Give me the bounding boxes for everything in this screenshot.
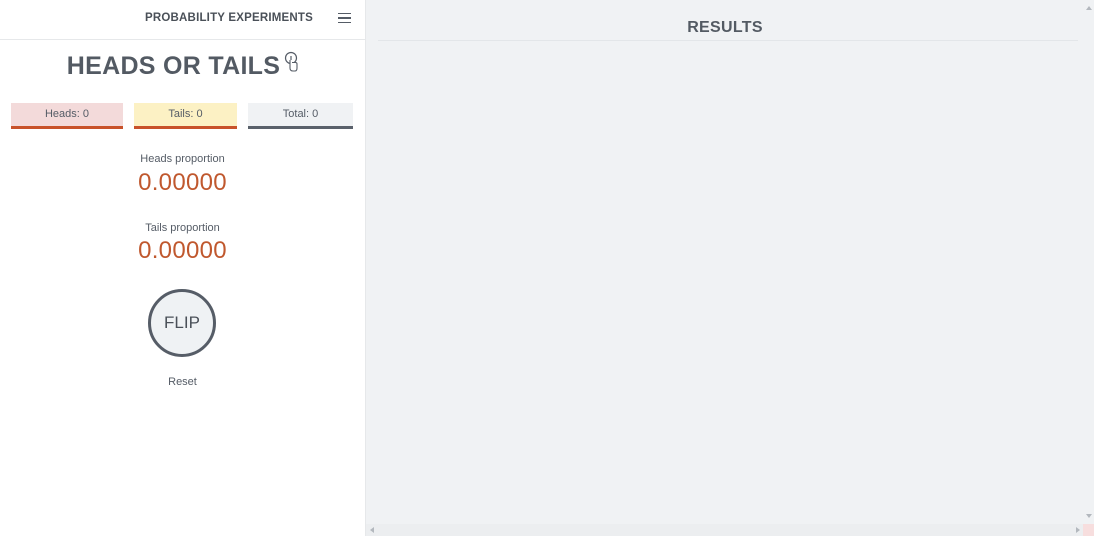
scroll-down-arrow-icon[interactable] bbox=[1086, 514, 1092, 518]
hamburger-menu-icon[interactable] bbox=[338, 13, 351, 25]
total-counter: Total: 0 bbox=[248, 103, 353, 129]
experiment-title-row: HEADS OR TAILS bbox=[0, 51, 365, 81]
horizontal-scrollbar[interactable] bbox=[366, 524, 1084, 536]
flip-button[interactable]: FLIP bbox=[148, 289, 216, 357]
reset-link[interactable]: Reset bbox=[0, 376, 365, 388]
scroll-left-arrow-icon[interactable] bbox=[370, 527, 374, 533]
top-bar: PROBABILITY EXPERIMENTS bbox=[0, 0, 365, 40]
app-title: PROBABILITY EXPERIMENTS bbox=[145, 12, 313, 24]
info-pointer-icon[interactable] bbox=[284, 51, 298, 80]
tails-proportion-value: 0.00000 bbox=[138, 237, 227, 264]
results-panel: RESULTS bbox=[365, 0, 1094, 536]
results-divider bbox=[378, 40, 1078, 41]
heads-proportion-label: Heads proportion bbox=[140, 153, 225, 165]
scrollbar-corner bbox=[1083, 524, 1094, 536]
vertical-scrollbar[interactable] bbox=[1083, 0, 1094, 524]
scroll-up-arrow-icon[interactable] bbox=[1086, 6, 1092, 10]
control-panel: PROBABILITY EXPERIMENTS HEADS OR TAILS H… bbox=[0, 0, 365, 536]
scroll-right-arrow-icon[interactable] bbox=[1076, 527, 1080, 533]
tails-proportion-label: Tails proportion bbox=[145, 222, 220, 234]
tails-counter: Tails: 0 bbox=[134, 103, 237, 129]
heads-proportion-value: 0.00000 bbox=[138, 169, 227, 196]
experiment-title: HEADS OR TAILS bbox=[66, 52, 281, 80]
results-title: RESULTS bbox=[687, 19, 763, 36]
heads-counter: Heads: 0 bbox=[11, 103, 123, 129]
